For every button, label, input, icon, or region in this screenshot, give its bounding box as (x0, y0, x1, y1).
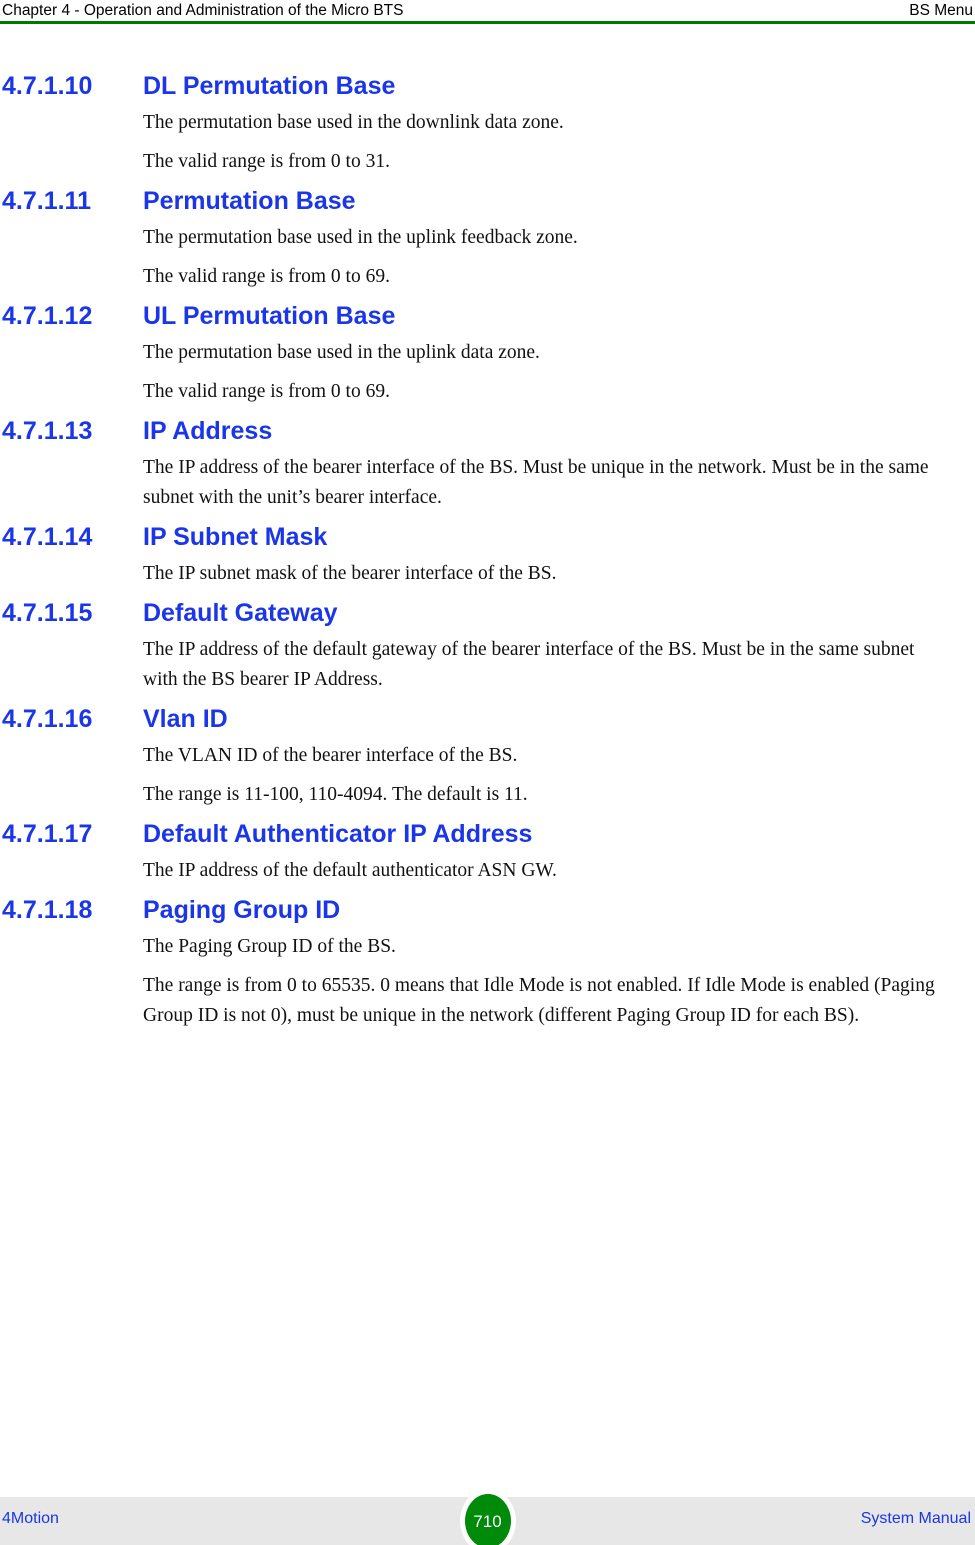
section-title: IP Address (143, 417, 273, 445)
header-chapter-title: Chapter 4 - Operation and Administration… (2, 2, 404, 19)
section-heading: 4.7.1.12 UL Permutation Base (0, 292, 975, 338)
running-footer: 4Motion 710 System Manual (0, 1489, 975, 1545)
section-number: 4.7.1.13 (2, 417, 93, 445)
section-title: IP Subnet Mask (143, 523, 328, 551)
document-page: Chapter 4 - Operation and Administration… (0, 0, 975, 1545)
section-paragraph: The IP subnet mask of the bearer interfa… (143, 563, 557, 584)
section-paragraph: The permutation base used in the downlin… (143, 112, 564, 133)
section-number: 4.7.1.12 (2, 302, 93, 330)
document-section: 4.7.1.12 UL Permutation Base The permutati… (0, 292, 975, 407)
section-paragraph: The IP address of the bearer interface o… (143, 457, 929, 508)
document-content: 4.7.1.10 DL Permutation Base The permutati… (0, 62, 975, 1031)
document-section: 4.7.1.18 Paging Group ID The Paging Group … (0, 886, 975, 1031)
section-paragraph: The valid range is from 0 to 31. (143, 151, 390, 172)
section-number: 4.7.1.15 (2, 599, 93, 627)
section-title: Vlan ID (143, 705, 228, 733)
section-heading: 4.7.1.14 IP Subnet Mask (0, 513, 975, 559)
section-title: DL Permutation Base (143, 72, 396, 100)
section-paragraph: The IP address of the default gateway of… (143, 639, 915, 690)
document-section: 4.7.1.14 IP Subnet Mask The IP subnet mask… (0, 513, 975, 589)
section-heading: 4.7.1.17 Default Authenticator IP Address (0, 810, 975, 856)
section-heading: 4.7.1.13 IP Address (0, 407, 975, 453)
section-number: 4.7.1.16 (2, 705, 93, 733)
section-title: Paging Group ID (143, 896, 341, 924)
running-header: Chapter 4 - Operation and Administration… (0, 0, 975, 22)
section-paragraph: The valid range is from 0 to 69. (143, 266, 390, 287)
section-title: UL Permutation Base (143, 302, 396, 330)
page-number-badge: 710 (459, 1489, 516, 1545)
section-title: Default Authenticator IP Address (143, 820, 533, 848)
section-paragraph: The valid range is from 0 to 69. (143, 381, 390, 402)
document-section: 4.7.1.16 Vlan ID The VLAN ID of the bearer… (0, 695, 975, 810)
section-number: 4.7.1.17 (2, 820, 93, 848)
section-number: 4.7.1.18 (2, 896, 93, 924)
section-number: 4.7.1.11 (2, 187, 91, 215)
document-section: 4.7.1.13 IP Address The IP address of the … (0, 407, 975, 513)
section-number: 4.7.1.14 (2, 523, 93, 551)
section-paragraph: The permutation base used in the uplink … (143, 227, 578, 248)
section-paragraph: The range is 11-100, 110-4094. The defau… (143, 784, 528, 805)
section-paragraph: The permutation base used in the uplink … (143, 342, 540, 363)
section-paragraph: The VLAN ID of the bearer interface of t… (143, 745, 518, 766)
footer-document-title: System Manual (860, 1510, 971, 1527)
footer-product-name: 4Motion (2, 1510, 59, 1527)
section-paragraph: The IP address of the default authentica… (143, 860, 557, 881)
section-heading: 4.7.1.10 DL Permutation Base (0, 62, 975, 108)
section-heading: 4.7.1.16 Vlan ID (0, 695, 975, 741)
section-title: Default Gateway (143, 599, 338, 627)
section-heading: 4.7.1.18 Paging Group ID (0, 886, 975, 932)
section-paragraph: The Paging Group ID of the BS. (143, 936, 396, 957)
section-paragraph: The range is from 0 to 65535. 0 means th… (143, 975, 935, 1026)
header-divider-rule (0, 21, 975, 24)
document-section: 4.7.1.15 Default Gateway The IP address of… (0, 589, 975, 695)
section-heading: 4.7.1.15 Default Gateway (0, 589, 975, 635)
section-heading: 4.7.1.11 Permutation Base (0, 177, 975, 223)
document-section: 4.7.1.10 DL Permutation Base The permutati… (0, 62, 975, 177)
section-number: 4.7.1.10 (2, 72, 93, 100)
section-title: Permutation Base (143, 187, 356, 215)
header-section-label: BS Menu (909, 2, 973, 19)
document-section: 4.7.1.11 Permutation Base The permutation … (0, 177, 975, 292)
document-section: 4.7.1.17 Default Authenticator IP Address… (0, 810, 975, 886)
